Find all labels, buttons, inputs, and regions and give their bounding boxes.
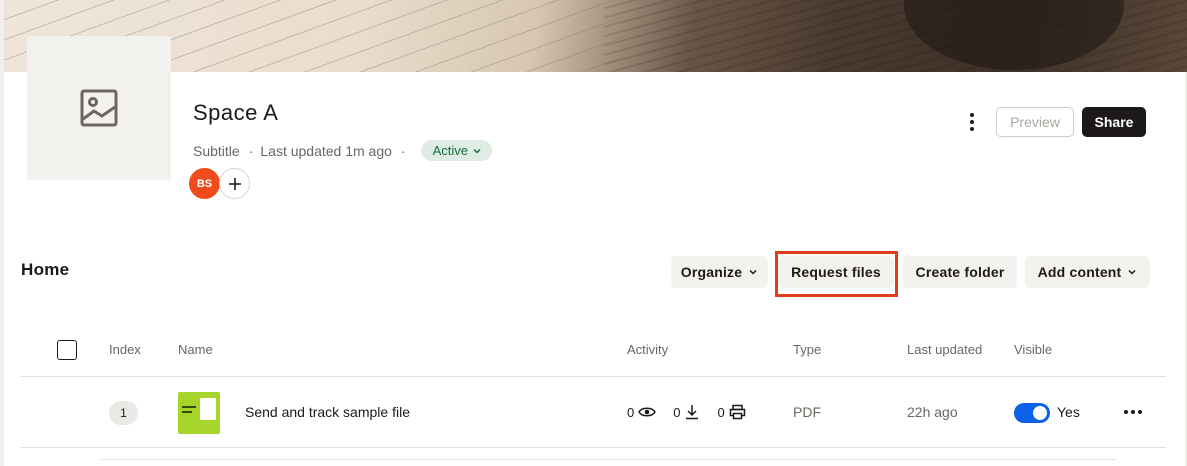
organize-label: Organize [680,264,743,280]
highlight-box [775,251,898,297]
file-type: PDF [793,404,821,420]
add-content-button[interactable]: Add content [1025,256,1150,288]
visibility-toggle[interactable] [1014,403,1050,423]
print-icon [729,404,745,420]
download-icon [686,405,699,420]
plus-icon [228,177,241,190]
space-subtitle[interactable]: Subtitle [193,143,240,159]
status-badge[interactable]: Active [420,140,492,161]
preview-button[interactable]: Preview [996,107,1074,137]
last-updated-text: Last updated 1m ago [260,142,392,159]
row-index: 1 [109,401,138,425]
space-title[interactable]: Space A [193,100,278,126]
page-edge [0,0,4,466]
select-all-checkbox[interactable] [57,340,77,360]
file-thumbnail[interactable] [178,392,220,434]
divider [101,459,1116,460]
column-header-name[interactable]: Name [178,342,213,357]
chevron-down-icon [473,148,481,154]
add-member-button[interactable] [219,168,250,199]
eye-icon [638,407,657,417]
space-thumbnail[interactable] [27,36,171,180]
add-content-label: Add content [1037,264,1122,280]
row-more-button[interactable] [1124,405,1142,419]
status-label: Active [432,143,468,158]
chevron-down-icon [749,269,757,275]
prints-count: 0 [717,404,725,420]
activity-stats: 0 0 0 [627,404,763,420]
member-avatars: BS [189,168,250,199]
cover-banner [4,0,1187,72]
file-name[interactable]: Send and track sample file [245,404,410,420]
organize-button[interactable]: Organize [671,256,768,288]
visibility-label: Yes [1057,404,1080,420]
share-button[interactable]: Share [1082,107,1146,137]
row-last-updated: 22h ago [907,404,958,420]
more-horizontal-icon [1124,410,1128,414]
more-options-button[interactable] [962,110,982,134]
image-placeholder-icon [80,89,118,127]
separator-dot: · [248,142,254,159]
column-header-last-updated[interactable]: Last updated [907,342,982,357]
column-header-type[interactable]: Type [793,342,821,357]
column-header-activity[interactable]: Activity [627,342,668,357]
divider [20,376,1166,377]
column-header-index[interactable]: Index [109,342,141,357]
downloads-count: 0 [673,404,681,420]
space-meta: Subtitle · Last updated 1m ago · Active [193,140,492,161]
views-count: 0 [627,404,635,420]
section-title: Home [21,260,70,279]
divider [20,447,1166,448]
create-folder-button[interactable]: Create folder [903,256,1017,288]
avatar[interactable]: BS [189,168,220,199]
column-header-visible[interactable]: Visible [1014,342,1052,357]
chevron-down-icon [1128,269,1136,275]
separator-dot: · [400,142,406,159]
more-vertical-icon [970,113,974,117]
